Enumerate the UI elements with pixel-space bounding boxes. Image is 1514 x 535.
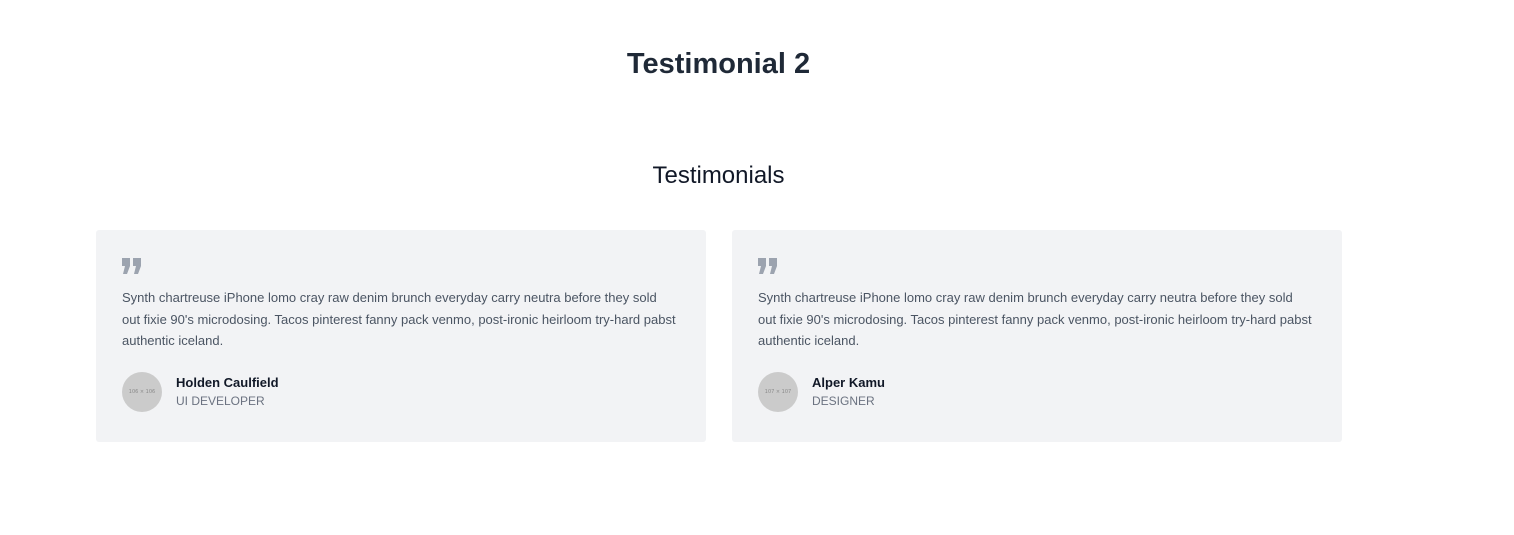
author-role: DESIGNER (812, 394, 875, 408)
testimonial-card: Synth chartreuse iPhone lomo cray raw de… (732, 230, 1342, 442)
avatar: 107 × 107 (758, 372, 798, 412)
testimonial-card: Synth chartreuse iPhone lomo cray raw de… (96, 230, 706, 442)
quote-icon (758, 258, 777, 274)
avatar-placeholder-label: 106 × 106 (128, 389, 156, 395)
testimonials-grid: Synth chartreuse iPhone lomo cray raw de… (96, 230, 1342, 442)
testimonial-text: Synth chartreuse iPhone lomo cray raw de… (122, 290, 676, 348)
author-name: Alper Kamu (812, 375, 885, 390)
page-title: Testimonial 2 (626, 48, 811, 80)
author-role: UI DEVELOPER (176, 394, 265, 408)
avatar-placeholder-label: 107 × 107 (764, 389, 792, 395)
quote-icon (122, 258, 141, 274)
author-name: Holden Caulfield (176, 375, 279, 390)
avatar: 106 × 106 (122, 372, 162, 412)
section-heading: Testimonials (652, 162, 785, 189)
testimonial-text: Synth chartreuse iPhone lomo cray raw de… (758, 290, 1312, 348)
